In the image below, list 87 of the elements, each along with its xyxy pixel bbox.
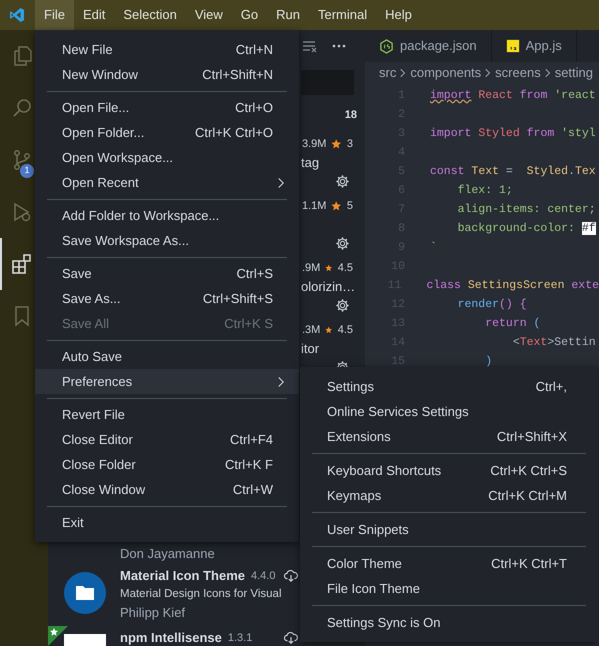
menu-item[interactable]: Open Workspace... [35, 145, 299, 170]
menu-item[interactable]: Settings Sync is On [300, 610, 598, 635]
version-label: 4.4.0 [250, 568, 276, 584]
breadcrumb-item[interactable]: setting [554, 63, 594, 83]
download-icon [284, 569, 298, 583]
menu-item[interactable]: Auto Save [35, 344, 299, 369]
rating-value: 4.5 [338, 260, 353, 276]
menu-item[interactable]: Close Editor Ctrl+F4 [35, 427, 299, 452]
menu-bar-item[interactable]: Go [232, 0, 268, 30]
menu-bar-item[interactable]: Selection [114, 0, 186, 30]
menu-item[interactable]: Open Recent [35, 170, 299, 195]
breadcrumb-item[interactable]: src [379, 63, 396, 83]
code-line: ) [484, 354, 492, 370]
menu-item[interactable]: Save As... Ctrl+Shift+S [35, 286, 299, 311]
menu-item[interactable]: Close Folder Ctrl+K F [35, 452, 299, 477]
menu-bar-item[interactable]: Terminal [309, 0, 376, 30]
code-line: class SettingsScreen exte [426, 278, 599, 294]
rating-value: 4.5 [338, 322, 353, 338]
code-line: import Styled from 'styl [430, 126, 596, 142]
menu-item[interactable]: Close Window Ctrl+W [35, 477, 299, 502]
menu-bar-item[interactable]: Run [267, 0, 309, 30]
js-file-icon [506, 39, 520, 53]
download-count: .3M [302, 322, 320, 338]
menu-item[interactable]: Add Folder to Workspace... [35, 203, 299, 228]
extension-name: itor [301, 340, 320, 358]
menu-item[interactable]: Save Ctrl+S [35, 261, 299, 286]
folder-icon [64, 572, 106, 614]
download-icon [284, 631, 298, 645]
rating-value: 5 [346, 198, 353, 214]
menu-item[interactable]: User Snippets [300, 517, 598, 542]
extension-name: tag [301, 154, 320, 172]
publisher-name: Philipp Kief [120, 604, 186, 622]
count-label: 18 [344, 108, 357, 123]
code-line: return ( [484, 316, 540, 332]
menu-bar-item[interactable]: View [186, 0, 232, 30]
download-count: .9M [302, 260, 320, 276]
rating-value: 3 [346, 136, 353, 152]
breadcrumb-item[interactable]: components [410, 63, 482, 83]
code-line: background-color: #f [456, 220, 596, 237]
download-count: 1.1M [302, 198, 326, 214]
breadcrumb-item[interactable]: screens [495, 63, 541, 83]
menu-item[interactable]: Revert File [35, 402, 299, 427]
extension-description: Material Design Icons for Visual [120, 587, 282, 602]
hexagon-icon [379, 38, 394, 54]
code-line: const Text = Styled.Tex [430, 164, 596, 180]
activity-bar-item[interactable]: 1 [0, 134, 34, 186]
star-icon [331, 138, 342, 150]
menu-item[interactable]: New Window Ctrl+Shift+N [35, 62, 299, 87]
menu-item[interactable]: Keyboard Shortcuts Ctrl+K Ctrl+S [300, 458, 598, 483]
extension-name: npm Intellisense [120, 629, 222, 646]
menu-item[interactable]: Exit [35, 510, 299, 535]
code-line: <Text>Settin [512, 334, 596, 351]
star-icon [325, 262, 333, 274]
download-count: 3.9M [302, 136, 326, 152]
settings-icon[interactable] [335, 298, 350, 312]
menu-item[interactable]: Settings Ctrl+, [300, 374, 598, 399]
star-icon [331, 200, 342, 212]
menu-item[interactable]: Color Theme Ctrl+K Ctrl+T [300, 551, 598, 576]
menu-item[interactable]: Open Folder... Ctrl+K Ctrl+O [35, 120, 299, 145]
extension-name: Material Icon Theme [120, 567, 245, 586]
menu-item[interactable]: Open File... Ctrl+O [35, 95, 299, 120]
menu-item[interactable]: Online Services Settings [300, 399, 598, 424]
app-logo [9, 7, 25, 23]
menu-item[interactable]: New File Ctrl+N [35, 37, 299, 62]
extension-name: olorizin… [301, 278, 356, 296]
settings-icon[interactable] [335, 174, 350, 188]
code-line: align-items: center; [456, 202, 596, 218]
menu-item[interactable]: Extensions Ctrl+Shift+X [300, 424, 598, 449]
menu-bar-item[interactable]: File [35, 0, 74, 30]
code-line: flex: 1; [456, 182, 513, 199]
publisher-name: Don Jayamanne [120, 545, 215, 564]
editor-tab[interactable]: App.js [492, 30, 577, 62]
count-badge: 1 [20, 164, 34, 178]
version-label: 1.3.1 [228, 630, 252, 646]
editor-tab[interactable]: package.json [365, 30, 492, 62]
code-line: import React from 'react [430, 88, 596, 104]
star-icon [325, 324, 333, 336]
settings-icon[interactable] [335, 236, 350, 250]
menu-item[interactable]: Save Workspace As... [35, 228, 299, 253]
code-line: render() { [456, 296, 527, 313]
menu-bar-item[interactable]: Help [376, 0, 421, 30]
code-line: ` [430, 240, 437, 256]
menu-bar-item[interactable]: Edit [74, 0, 114, 30]
extensions-icon [10, 252, 34, 276]
menu-item[interactable]: File Icon Theme [300, 576, 598, 601]
menu-item[interactable]: Keymaps Ctrl+K Ctrl+M [300, 483, 598, 508]
menu-item[interactable]: Preferences [35, 369, 299, 394]
